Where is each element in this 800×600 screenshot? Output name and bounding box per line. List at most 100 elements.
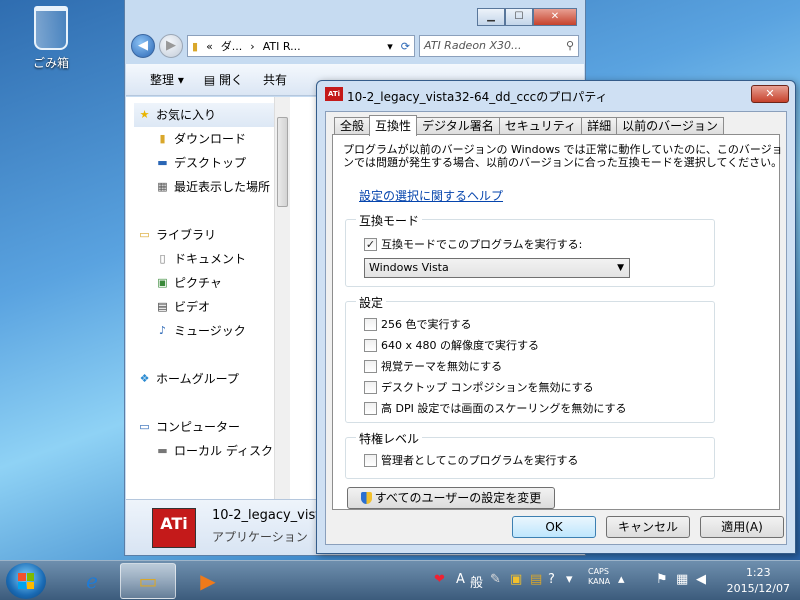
ati-logo-icon: ATi (152, 508, 196, 548)
tab-strip: 全般 互換性 デジタル署名 セキュリティ 詳細 以前のバージョン (334, 115, 724, 136)
setting-disable-themes[interactable]: 視覚テーマを無効にする (364, 358, 502, 374)
minimize-button[interactable]: ▁ (477, 8, 505, 26)
ime-settings-icon[interactable]: ▾ (566, 572, 573, 587)
ati-app-icon: ATi (325, 87, 343, 101)
internet-explorer-button[interactable]: ℯ (64, 563, 120, 599)
explorer-taskbar-button[interactable]: ▭ (120, 563, 176, 599)
scrollbar-thumb[interactable] (277, 117, 288, 207)
open-icon: ▤ (203, 73, 219, 87)
settings-legend: 設定 (356, 294, 387, 311)
open-button[interactable]: ▤ 開く (204, 71, 243, 88)
recent-places-icon: ▦ (157, 180, 168, 193)
ime-pad-icon[interactable]: ✎ (490, 572, 501, 587)
nav-videos[interactable]: ▤ ビデオ (134, 295, 274, 319)
address-part[interactable]: ダ... (221, 38, 243, 54)
recycle-bin-label: ごみ箱 (32, 56, 69, 70)
organize-button[interactable]: 整理 ▾ (150, 71, 184, 88)
document-icon: ▯ (159, 252, 166, 265)
checkbox-checked[interactable]: ✓ (364, 237, 377, 251)
setting-disable-dpi-scaling[interactable]: 高 DPI 設定では画面のスケーリングを無効にする (364, 400, 626, 416)
nav-favorites[interactable]: ★ お気に入り (134, 103, 274, 127)
clock-time: 1:23 (745, 566, 771, 579)
tab-previous-versions[interactable]: 以前のバージョン (616, 117, 724, 135)
start-button[interactable] (6, 563, 46, 599)
nav-libraries[interactable]: ▭ ライブラリ (134, 223, 274, 247)
desktop-icon: ▬ (157, 156, 168, 169)
address-part[interactable]: › (250, 40, 254, 53)
ime-kana-mode[interactable]: 般 (470, 572, 483, 591)
privilege-group: 特権レベル 管理者としてこのプログラムを実行する (345, 430, 715, 479)
clock[interactable]: 1:23 2015/12/07 (727, 565, 790, 597)
os-version-select[interactable]: Windows Vista ▼ (364, 258, 630, 278)
tab-general[interactable]: 全般 (334, 117, 371, 135)
change-all-users-button[interactable]: すべてのユーザーの設定を変更 (347, 487, 555, 509)
ime-toolbar-icon[interactable]: ❤ (434, 572, 445, 587)
system-tray: ❤ A 般 ✎ ▣ ▤ ? ▾ CAPS KANA ▴ ⚑ ▦ ◀ 1:23 2… (430, 561, 800, 600)
chevron-down-icon[interactable]: ▾ (387, 40, 393, 53)
forward-button[interactable]: ▶ (159, 34, 183, 58)
ime-mode[interactable]: A (456, 572, 465, 587)
action-center-flag-icon[interactable]: ⚑ (656, 572, 668, 587)
close-button[interactable]: ✕ (533, 8, 577, 26)
folder-icon: ▭ (138, 569, 158, 593)
address-bar[interactable]: ▮ « ダ... › ATI R... ▾ ⟳ (187, 35, 415, 57)
tab-details[interactable]: 詳細 (581, 117, 618, 135)
nav-music[interactable]: ♪ ミュージック (134, 319, 274, 343)
show-hidden-icons[interactable]: ▴ (618, 572, 625, 587)
run-as-admin-checkbox[interactable]: 管理者としてこのプログラムを実行する (364, 452, 578, 468)
network-icon[interactable]: ▦ (676, 572, 688, 587)
windows-logo-icon (18, 573, 34, 589)
nav-local-disk[interactable]: ▬ ローカル ディスク (134, 439, 274, 463)
dialog-close-button[interactable]: ✕ (751, 85, 789, 103)
tab-compatibility[interactable]: 互換性 (369, 115, 418, 136)
nav-scrollbar[interactable] (274, 97, 290, 499)
star-icon: ★ (139, 108, 150, 121)
setting-640x480[interactable]: 640 x 480 の解像度で実行する (364, 337, 539, 353)
nav-homegroup[interactable]: ❖ ホームグループ (134, 367, 274, 391)
dialog-title: 10-2_legacy_vista32-64_dd_cccのプロパティ (347, 90, 608, 104)
ie-icon: ℯ (86, 569, 98, 593)
nav-downloads[interactable]: ▮ ダウンロード (134, 127, 274, 151)
tab-security[interactable]: セキュリティ (498, 117, 583, 135)
tab-digital-signatures[interactable]: デジタル署名 (416, 117, 500, 135)
compat-mode-group: 互換モード ✓ 互換モードでこのプログラムを実行する: Windows Vist… (345, 212, 715, 287)
uac-shield-icon (360, 492, 372, 504)
help-icon[interactable]: ? (548, 572, 555, 587)
nav-computer[interactable]: ▭ コンピューター (134, 415, 274, 439)
media-player-button[interactable]: ▶ (180, 563, 236, 599)
setting-disable-composition[interactable]: デスクトップ コンポジションを無効にする (364, 379, 594, 395)
music-icon: ♪ (158, 324, 167, 337)
clock-date: 2015/12/07 (726, 582, 790, 595)
back-button[interactable]: ◀ (131, 34, 155, 58)
setting-256-colors[interactable]: 256 色で実行する (364, 316, 472, 332)
nav-desktop[interactable]: ▬ デスクトップ (134, 151, 274, 175)
compat-mode-checkbox[interactable]: ✓ 互換モードでこのプログラムを実行する: (364, 236, 582, 252)
search-input[interactable]: ATI Radeon X30... ⚲ (419, 35, 579, 57)
ok-button[interactable]: OK (512, 516, 596, 538)
volume-icon[interactable]: ◀ (696, 572, 706, 587)
dictionary-icon[interactable]: ▣ (510, 572, 522, 587)
search-icon: ⚲ (565, 39, 574, 52)
compat-mode-legend: 互換モード (356, 212, 423, 229)
nav-recent[interactable]: ▦ 最近表示した場所 (134, 175, 274, 199)
computer-icon: ▭ (139, 420, 150, 433)
refresh-icon[interactable]: ⟳ (401, 40, 410, 53)
compatibility-description: プログラムが以前のバージョンの Windows では正常に動作していたのに、この… (343, 143, 783, 169)
library-icon: ▭ (139, 228, 150, 241)
explorer-caption[interactable]: ▁ ☐ ✕ (125, 0, 585, 32)
share-button[interactable]: 共有 (263, 71, 287, 88)
apply-button[interactable]: 適用(A) (700, 516, 784, 538)
maximize-button[interactable]: ☐ (505, 8, 533, 26)
tools-icon[interactable]: ▤ (530, 572, 542, 587)
cancel-button[interactable]: キャンセル (606, 516, 690, 538)
nav-pictures[interactable]: ▣ ピクチャ (134, 271, 274, 295)
nav-documents[interactable]: ▯ ドキュメント (134, 247, 274, 271)
address-part[interactable]: « (206, 40, 213, 53)
navigation-pane: ★ お気に入り ▮ ダウンロード ▬ デスクトップ ▦ 最近表示した場所 ▭ ライブラリ … (134, 103, 274, 499)
help-link[interactable]: 設定の選択に関するヘルプ (359, 187, 503, 204)
settings-group: 設定 256 色で実行する 640 x 480 の解像度で実行する 視覚テーマを… (345, 294, 715, 423)
recycle-bin[interactable]: ごみ箱 (22, 6, 80, 71)
address-part[interactable]: ATI R... (263, 40, 301, 53)
dialog-caption[interactable]: ATi 10-2_legacy_vista32-64_dd_cccのプロパティ … (317, 81, 795, 111)
kana-indicator: KANA (588, 577, 611, 586)
